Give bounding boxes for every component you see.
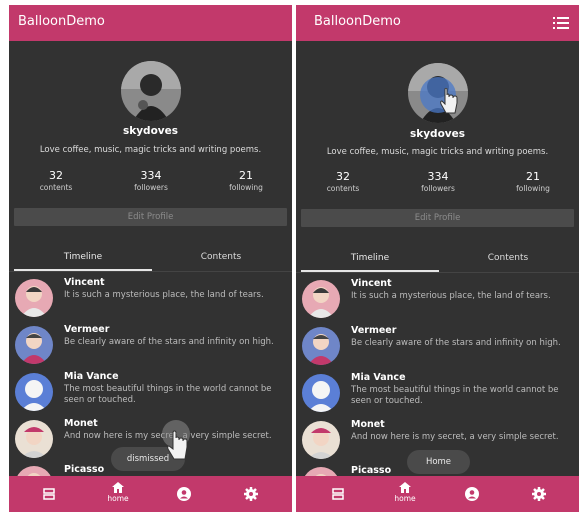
stat-value: 32: [49, 169, 63, 182]
tab-divider: [9, 271, 292, 272]
avatar: [15, 326, 53, 364]
item-message: The most beautiful things in the world c…: [351, 385, 559, 406]
list-item[interactable]: Mia Vance The most beautiful things in t…: [9, 371, 292, 417]
stat-following: 21 following: [206, 169, 286, 192]
stat-followers: 334 followers: [111, 169, 191, 192]
edit-profile-button[interactable]: Edit Profile: [301, 209, 574, 227]
tab-divider: [296, 272, 579, 273]
list-icon: [332, 488, 344, 500]
item-name: Mia Vance: [64, 371, 119, 382]
app-title: BalloonDemo: [314, 14, 401, 29]
nav-home-label: home: [107, 494, 129, 503]
stat-label: contents: [39, 183, 73, 192]
phone-screen-left: BalloonDemo skydoves Love coffee, music,…: [9, 5, 292, 512]
app-bar: BalloonDemo: [296, 5, 579, 41]
list-item[interactable]: Vincent It is such a mysterious place, t…: [9, 277, 292, 323]
stat-label: following: [229, 183, 263, 192]
avatar: [15, 373, 53, 411]
bottom-navigation: home: [296, 476, 579, 512]
item-name: Picasso: [351, 465, 392, 476]
avatar: [15, 279, 53, 317]
nav-settings[interactable]: [239, 487, 263, 501]
stat-followers: 334 followers: [398, 170, 478, 193]
list-item[interactable]: Vermeer Be clearly aware of the stars an…: [296, 325, 579, 371]
profile-bio: Love coffee, music, magic tricks and wri…: [326, 147, 549, 157]
tab-indicator: [301, 270, 439, 272]
stat-value: 21: [526, 170, 540, 183]
nav-list[interactable]: [37, 488, 61, 500]
avatar: [302, 327, 340, 365]
item-name: Mia Vance: [351, 372, 406, 383]
settings-icon: [532, 487, 546, 501]
item-message: Be clearly aware of the stars and infini…: [64, 337, 274, 347]
stat-label: followers: [421, 184, 455, 193]
avatar: [302, 280, 340, 318]
stat-label: contents: [326, 184, 360, 193]
profile-avatar[interactable]: [120, 61, 181, 121]
profile-name: skydoves: [409, 128, 466, 140]
nav-settings[interactable]: [527, 487, 551, 501]
profile-icon: [177, 487, 191, 501]
stat-value: 21: [239, 169, 253, 182]
item-name: Vermeer: [351, 325, 397, 336]
tab-contents[interactable]: Contents: [152, 245, 290, 269]
hand-cursor-icon: [439, 87, 461, 120]
profile-photo: [120, 61, 181, 121]
nav-home-label: home: [394, 494, 416, 503]
tab-contents[interactable]: Contents: [439, 246, 577, 270]
item-name: Vincent: [64, 277, 105, 288]
item-message: Be clearly aware of the stars and infini…: [351, 338, 561, 348]
avatar: [15, 420, 53, 458]
item-name: Monet: [351, 419, 385, 430]
list-icon: [43, 488, 55, 500]
item-name: Vincent: [351, 278, 392, 289]
tab-timeline[interactable]: Timeline: [301, 246, 439, 270]
balloon-tooltip[interactable]: Home: [407, 450, 470, 474]
menu-icon[interactable]: [553, 17, 569, 29]
stat-value: 32: [336, 170, 350, 183]
settings-icon: [244, 487, 258, 501]
item-name: Vermeer: [64, 324, 110, 335]
avatar: [302, 374, 340, 412]
nav-profile[interactable]: [460, 487, 484, 501]
nav-list[interactable]: [326, 488, 350, 500]
edit-profile-button[interactable]: Edit Profile: [14, 208, 287, 226]
item-name: Picasso: [64, 464, 105, 475]
stat-contents: 32 contents: [16, 169, 96, 192]
list-item[interactable]: Vincent It is such a mysterious place, t…: [296, 278, 579, 324]
phone-screen-right: BalloonDemo skydoves Love coffee, music,…: [296, 5, 579, 512]
stat-following: 21 following: [493, 170, 573, 193]
nav-profile[interactable]: [172, 487, 196, 501]
list-item[interactable]: Mia Vance The most beautiful things in t…: [296, 372, 579, 418]
stat-label: following: [516, 184, 550, 193]
item-message: And now here is my secret, a very simple…: [351, 432, 559, 442]
item-message: It is such a mysterious place, the land …: [351, 291, 551, 301]
avatar: [302, 421, 340, 459]
home-icon: [399, 482, 411, 493]
bottom-navigation: home: [9, 476, 292, 512]
tab-timeline[interactable]: Timeline: [14, 245, 152, 269]
list-item[interactable]: Vermeer Be clearly aware of the stars an…: [9, 324, 292, 370]
stat-value: 334: [427, 170, 449, 183]
tab-indicator: [14, 269, 152, 271]
item-message: The most beautiful things in the world c…: [64, 384, 272, 405]
profile-name: skydoves: [122, 125, 179, 137]
nav-home[interactable]: home: [106, 482, 130, 503]
stat-contents: 32 contents: [303, 170, 383, 193]
item-message: It is such a mysterious place, the land …: [64, 290, 264, 300]
app-title: BalloonDemo: [18, 14, 105, 29]
app-bar: BalloonDemo: [9, 5, 292, 41]
stat-label: followers: [134, 183, 168, 192]
stat-value: 334: [140, 169, 162, 182]
profile-bio: Love coffee, music, magic tricks and wri…: [39, 145, 262, 155]
item-name: Monet: [64, 418, 98, 429]
hand-cursor-icon: [159, 417, 193, 467]
home-icon: [112, 482, 124, 493]
profile-icon: [465, 487, 479, 501]
nav-home[interactable]: home: [393, 482, 417, 503]
